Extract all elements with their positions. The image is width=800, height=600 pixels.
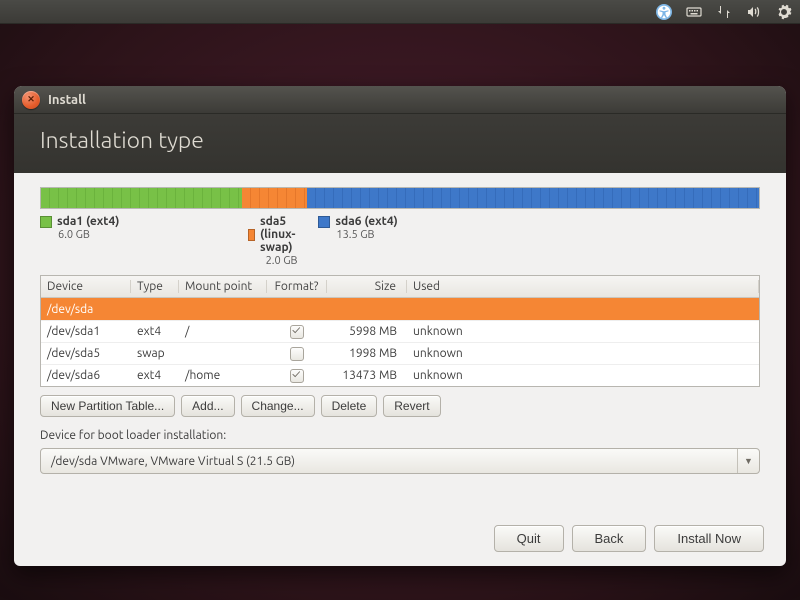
revert-button[interactable]: Revert [383,395,440,417]
col-mount: Mount point [179,280,267,293]
partition-segment-sda6[interactable] [307,188,759,208]
col-used: Used [407,280,759,293]
content-area: sda1 (ext4)6.0 GBsda5 (linux-swap)2.0 GB… [14,173,786,515]
quit-button[interactable]: Quit [494,525,564,552]
change-button[interactable]: Change... [241,395,315,417]
partition-bar: sda1 (ext4)6.0 GBsda5 (linux-swap)2.0 GB… [40,187,760,267]
col-type: Type [131,280,179,293]
table-row[interactable]: /dev/sda1ext4/ 5998 MBunknown [41,320,759,342]
table-row[interactable]: /dev/sda5swap 1998 MBunknown [41,342,759,364]
cell-used: unknown [407,347,759,360]
cell-device: /dev/sda1 [41,325,131,338]
cell-used: unknown [407,325,759,338]
network-icon[interactable] [716,4,732,20]
legend-size: 6.0 GB [40,229,242,241]
chevron-down-icon[interactable]: ▼ [737,449,759,473]
legend-label: sda6 (ext4) [335,215,397,228]
window-title: Install [48,93,86,107]
partition-table[interactable]: Device Type Mount point Format? Size Use… [40,275,760,387]
keyboard-icon[interactable] [686,4,702,20]
col-device: Device [41,280,131,293]
system-menubar [0,0,800,24]
legend-sda6: sda6 (ext4)13.5 GB [318,215,760,267]
install-now-button[interactable]: Install Now [654,525,764,552]
legend-sda5: sda5 (linux-swap)2.0 GB [248,215,313,267]
partition-segment-sda1[interactable] [41,188,242,208]
page-heading: Installation type [14,114,786,173]
table-row[interactable]: /dev/sda6ext4/home 13473 MBunknown [41,364,759,386]
cell-type: ext4 [131,325,179,338]
format-checkbox[interactable] [290,369,304,383]
swatch-icon [248,229,255,241]
cell-size: 5998 MB [327,325,407,338]
swatch-icon [318,216,330,228]
installer-window: Install Installation type sda1 (ext4)6.0… [14,86,786,566]
window-titlebar: Install [14,86,786,114]
cell-mount: / [179,325,267,338]
bootloader-value: /dev/sda VMware, VMware Virtual S (21.5 … [41,455,737,468]
add-button[interactable]: Add... [181,395,234,417]
window-close-button[interactable] [22,91,40,109]
partition-buttons: New Partition Table... Add... Change... … [40,395,760,417]
disk-row[interactable]: /dev/sda [41,298,759,320]
cell-type: swap [131,347,179,360]
cell-format [267,369,327,383]
cell-size: 1998 MB [327,347,407,360]
volume-icon[interactable] [746,4,762,20]
new-partition-table-button[interactable]: New Partition Table... [40,395,175,417]
delete-button[interactable]: Delete [321,395,378,417]
cell-size: 13473 MB [327,369,407,382]
format-checkbox[interactable] [290,325,304,339]
cell-format [267,347,327,361]
swatch-icon [40,216,52,228]
wizard-footer: Quit Back Install Now [14,515,786,566]
legend-sda1: sda1 (ext4)6.0 GB [40,215,242,267]
legend-size: 2.0 GB [248,255,313,267]
settings-gear-icon[interactable] [776,4,792,20]
cell-device: /dev/sda5 [41,347,131,360]
bootloader-label: Device for boot loader installation: [40,429,760,442]
partition-segment-sda5[interactable] [242,188,307,208]
legend-label: sda1 (ext4) [57,215,119,228]
legend-size: 13.5 GB [318,229,760,241]
table-header-row: Device Type Mount point Format? Size Use… [41,276,759,298]
bootloader-select[interactable]: /dev/sda VMware, VMware Virtual S (21.5 … [40,448,760,474]
col-format: Format? [267,280,327,293]
format-checkbox[interactable] [290,347,304,361]
accessibility-icon[interactable] [656,4,672,20]
legend-label: sda5 (linux-swap) [260,215,312,254]
cell-type: ext4 [131,369,179,382]
back-button[interactable]: Back [572,525,647,552]
cell-mount: /home [179,369,267,382]
cell-used: unknown [407,369,759,382]
col-size: Size [327,280,407,293]
cell-device: /dev/sda6 [41,369,131,382]
cell-format [267,325,327,339]
